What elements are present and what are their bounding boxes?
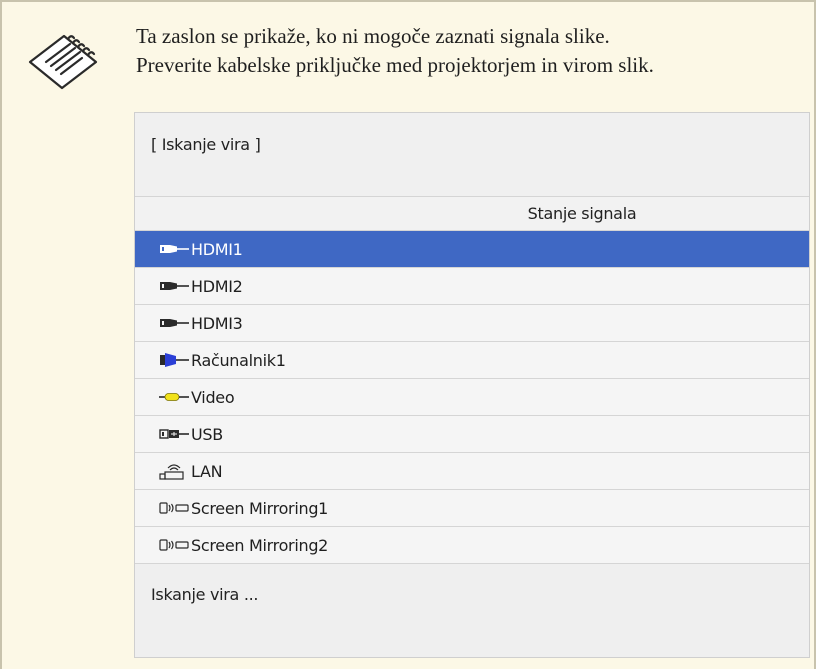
source-item-lan[interactable]: LAN [135,453,809,490]
note-pencil-icon [28,34,98,90]
hdmi-icon [159,315,189,331]
searching-status: Iskanje vira ... [151,585,259,604]
source-item-hdmi1[interactable]: HDMI1 [135,231,809,268]
source-label: Računalnik1 [191,350,286,370]
source-label: Video [191,387,235,407]
note-text-line-2: Preverite kabelske priključke med projek… [136,53,654,77]
note-text: Ta zaslon se prikaže, ko ni mogoče zazna… [136,22,806,80]
source-search-screen: [ Iskanje vira ] Stanje signala HDMI1 HD… [134,112,810,658]
source-label: Screen Mirroring2 [191,535,329,555]
source-label: HDMI1 [191,239,243,259]
hdmi-icon [159,278,189,294]
signal-status-header: Stanje signala [135,197,809,231]
source-label: HDMI2 [191,276,243,296]
usb-icon [159,426,189,442]
source-item-hdmi2[interactable]: HDMI2 [135,268,809,305]
source-item-screen-mirroring1[interactable]: Screen Mirroring1 [135,490,809,527]
source-item-computer1[interactable]: Računalnik1 [135,342,809,379]
source-item-video[interactable]: Video [135,379,809,416]
source-label: USB [191,424,223,444]
rca-video-icon [159,389,189,405]
source-label: HDMI3 [191,313,243,333]
source-list: HDMI1 HDMI2 HDMI3 Računalnik1 Video USB … [135,231,809,564]
screen-mirroring-icon [159,537,189,553]
source-item-usb[interactable]: USB [135,416,809,453]
note-text-line-1: Ta zaslon se prikaže, ko ni mogoče zazna… [136,24,610,48]
screen-header: [ Iskanje vira ] [135,113,809,197]
screen-footer: Iskanje vira ... [135,564,809,657]
lan-wireless-icon [159,463,189,480]
source-label: LAN [191,461,223,481]
source-label: Screen Mirroring1 [191,498,329,518]
note-panel: Ta zaslon se prikaže, ko ni mogoče zazna… [0,0,816,669]
source-item-screen-mirroring2[interactable]: Screen Mirroring2 [135,527,809,564]
screen-mirroring-icon [159,500,189,516]
screen-title: [ Iskanje vira ] [151,135,261,154]
vga-computer-icon [159,352,189,368]
source-item-hdmi3[interactable]: HDMI3 [135,305,809,342]
hdmi-icon [159,241,189,257]
